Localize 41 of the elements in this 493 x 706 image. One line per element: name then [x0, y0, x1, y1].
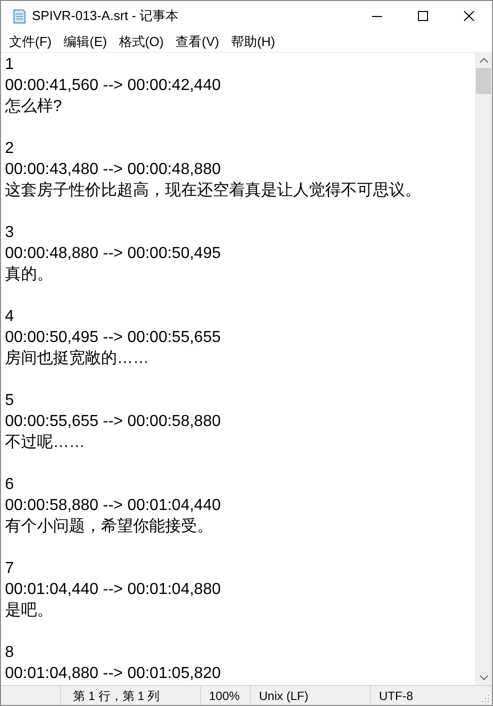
- subtitle-text: 是吧。: [5, 601, 54, 621]
- subtitle-time: 00:01:04,880 --> 00:01:05,820: [5, 664, 222, 684]
- vertical-scrollbar[interactable]: [475, 53, 492, 685]
- subtitle-index: 6: [5, 475, 15, 495]
- subtitle-time: 00:00:41,560 --> 00:00:42,440: [5, 76, 222, 96]
- close-icon: [464, 11, 474, 21]
- subtitle-index: 5: [5, 391, 15, 411]
- subtitle-time: 00:00:58,880 --> 00:01:04,440: [5, 496, 222, 516]
- subtitle-time: 00:00:50,495 --> 00:00:55,655: [5, 328, 222, 348]
- subtitle-index: 3: [5, 223, 15, 243]
- subtitle-time: 00:00:43,480 --> 00:00:48,880: [5, 160, 222, 180]
- subtitle-text: 真的。: [5, 264, 54, 285]
- maximize-icon: [418, 11, 428, 21]
- scroll-thumb[interactable]: [476, 68, 491, 94]
- notepad-icon: [11, 8, 27, 24]
- subtitle-index: 8: [5, 643, 15, 663]
- subtitle-time: 00:00:48,880 --> 00:00:50,495: [5, 244, 222, 264]
- subtitle-index: 4: [5, 307, 15, 327]
- resize-grip-icon[interactable]: [480, 693, 490, 703]
- encoding: UTF-8: [379, 688, 413, 704]
- subtitle-index: 1: [5, 55, 15, 75]
- subtitle-index: 2: [5, 139, 15, 159]
- menu-item[interactable]: 格式(O): [112, 32, 170, 52]
- subtitle-text: 这套房子性价比超高，现在还空着真是让人觉得不可思议。: [5, 180, 422, 201]
- zoom-level: 100%: [209, 688, 240, 704]
- subtitle-text: 房间也挺宽敞的……: [5, 348, 150, 369]
- cursor-position: 第 1 行，第 1 列: [73, 688, 160, 704]
- window-title: SPIVR-013-A.srt - 记事本: [32, 7, 179, 26]
- menu-item[interactable]: 查看(V): [170, 32, 226, 52]
- menu-item[interactable]: 编辑(E): [58, 32, 113, 52]
- line-ending: Unix (LF): [259, 688, 308, 704]
- subtitle-text: 怎么样?: [5, 97, 63, 117]
- subtitle-time: 00:00:55,655 --> 00:00:58,880: [5, 412, 222, 432]
- menu-item[interactable]: 帮助(H): [225, 32, 282, 52]
- scroll-up-icon[interactable]: [480, 58, 488, 63]
- scroll-down-icon[interactable]: [480, 675, 488, 680]
- subtitle-text: 有个小问题，希望你能接受。: [5, 516, 214, 537]
- subtitle-text: 不过呢……: [5, 432, 86, 453]
- subtitle-index: 7: [5, 559, 15, 579]
- subtitle-time: 00:01:04,440 --> 00:01:04,880: [5, 580, 222, 600]
- menu-item[interactable]: 文件(F): [3, 32, 58, 52]
